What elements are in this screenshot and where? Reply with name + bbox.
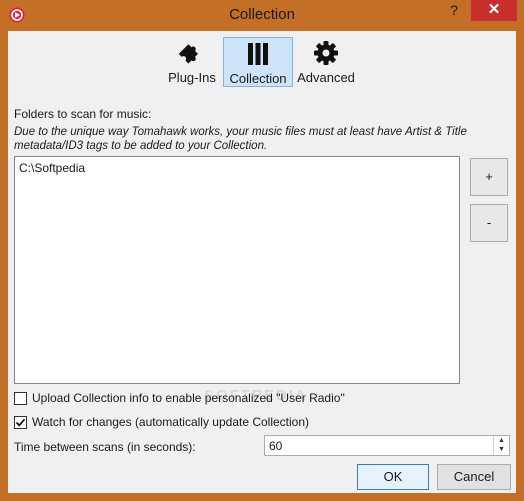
folder-list[interactable]: C:\Softpedia [14,156,460,384]
folders-heading: Folders to scan for music: [14,107,152,121]
collection-dialog: Collection ? ✕ Plug-Ins Collection Advan… [0,0,524,501]
tab-plug-ins[interactable]: Plug-Ins [160,37,224,87]
cancel-button[interactable]: Cancel [437,464,511,490]
help-button[interactable]: ? [440,0,468,21]
tab-collection[interactable]: Collection [223,37,293,87]
spin-arrows: ▲ ▼ [493,436,509,455]
spin-up-icon[interactable]: ▲ [494,436,509,445]
tab-label: Collection [229,71,287,86]
tab-label: Advanced [297,70,355,85]
checkmark-icon [15,418,26,427]
spin-down-icon[interactable]: ▼ [494,445,509,454]
scan-interval-value: 60 [269,439,283,453]
tab-advanced[interactable]: Advanced [293,37,359,87]
ok-button[interactable]: OK [357,464,429,490]
list-item[interactable]: C:\Softpedia [19,161,85,175]
watch-checkbox[interactable] [14,416,27,429]
upload-checkbox[interactable] [14,392,27,405]
collection-icon [248,43,268,65]
watch-label: Watch for changes (automatically update … [32,415,310,429]
title-bar[interactable]: Collection ? ✕ [0,0,524,31]
tab-label: Plug-Ins [168,70,216,85]
add-folder-button[interactable]: + [470,158,508,196]
puzzle-icon [179,44,199,64]
upload-label: Upload Collection info to enable persona… [32,391,345,405]
metadata-note: Due to the unique way Tomahawk works, yo… [14,126,467,152]
dialog-body: Plug-Ins Collection Advanced Folders to … [8,31,516,493]
scan-interval-label: Time between scans (in seconds): [14,440,196,454]
remove-folder-button[interactable]: - [470,204,508,242]
scan-interval-spinbox[interactable]: 60 ▲ ▼ [264,435,510,456]
gear-icon [314,41,338,65]
close-button[interactable]: ✕ [471,0,517,21]
